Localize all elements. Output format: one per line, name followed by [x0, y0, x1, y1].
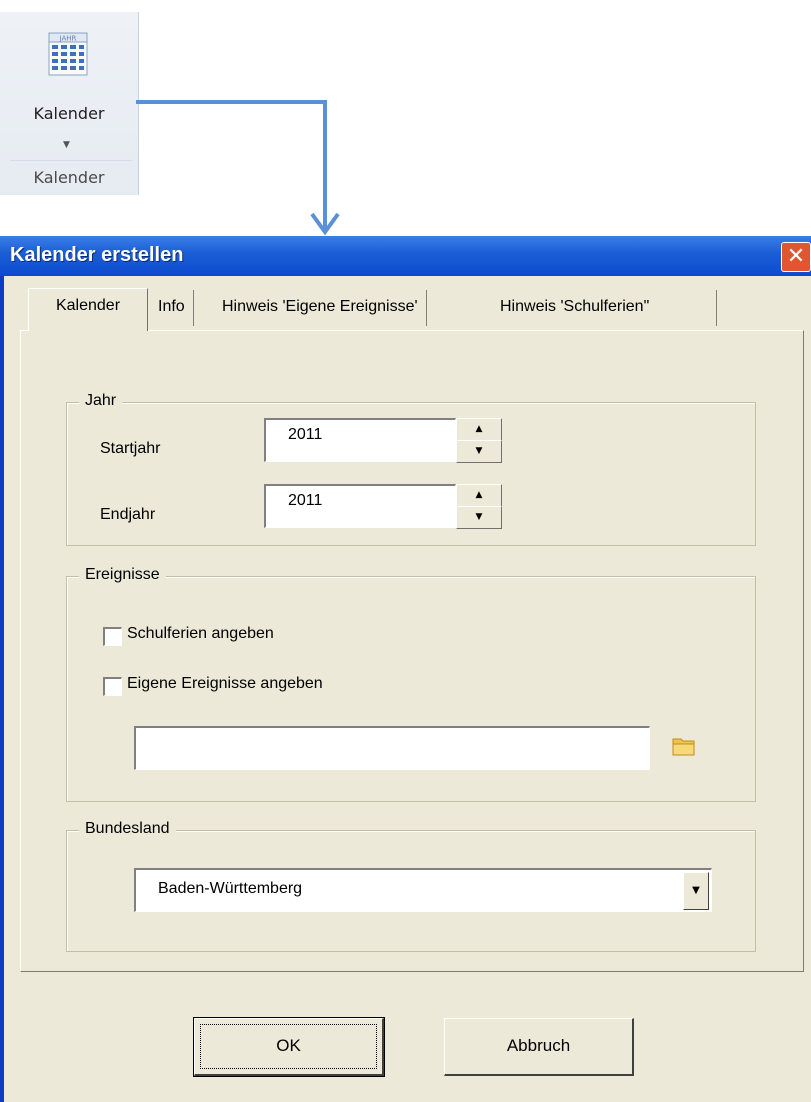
startjahr-label: Startjahr	[100, 440, 161, 457]
schulferien-checkbox[interactable]	[103, 627, 122, 646]
startjahr-input[interactable]: 2011	[264, 418, 456, 462]
calendar-icon: JAHR	[48, 32, 88, 76]
close-icon: ✕	[786, 244, 806, 269]
bundesland-select[interactable]: Baden-Württemberg ▼	[134, 868, 712, 912]
group-jahr-legend: Jahr	[79, 392, 123, 410]
ribbon-separator	[10, 160, 132, 161]
endjahr-input[interactable]: 2011	[264, 484, 456, 528]
group-ereignisse-legend: Ereignisse	[79, 566, 166, 584]
spin-down-icon[interactable]: ▼	[456, 506, 502, 529]
tab-kalender[interactable]: Kalender	[28, 288, 148, 331]
tab-info[interactable]: Info	[150, 290, 194, 326]
tab-hinweis-schulferien[interactable]: Hinweis 'Schulferien"	[492, 290, 657, 326]
cancel-button-label: Abbruch	[506, 1036, 571, 1055]
chevron-down-icon[interactable]: ▼	[683, 872, 709, 910]
eigene-ereignisse-label[interactable]: Eigene Ereignisse angeben	[127, 675, 323, 693]
eigene-ereignisse-checkbox[interactable]	[103, 677, 122, 696]
dialog-client-area: Kalender Info Hinweis 'Eigene Ereignisse…	[4, 276, 811, 1102]
spin-up-icon[interactable]: ▲	[456, 418, 502, 441]
calendar-icon-caption: JAHR	[59, 35, 77, 43]
ribbon-group-kalender: JAHR Kalender ▼ Kalender	[0, 12, 139, 195]
ribbon-group-label: Kalender	[33, 168, 105, 187]
group-bundesland-legend: Bundesland	[79, 820, 176, 838]
bundesland-selected-value: Baden-Württemberg	[158, 880, 303, 897]
close-button[interactable]: ✕	[781, 242, 811, 272]
spin-up-icon[interactable]: ▲	[456, 484, 502, 507]
startjahr-spinner[interactable]: ▲ ▼	[456, 418, 502, 464]
dialog-window: Kalender erstellen ✕ Kalender Info Hinwe…	[0, 236, 811, 1102]
ribbon-kalender-button[interactable]: Kalender	[0, 104, 138, 123]
dialog-title: Kalender erstellen	[10, 244, 184, 266]
cancel-button[interactable]: Abbruch	[444, 1018, 634, 1076]
file-path-input[interactable]	[134, 726, 650, 770]
focus-ring	[200, 1024, 377, 1069]
ok-button[interactable]: OK	[193, 1017, 385, 1077]
tab-divider	[716, 290, 717, 326]
endjahr-label: Endjahr	[100, 506, 156, 523]
dropdown-arrow-icon[interactable]: ▼	[63, 140, 70, 150]
spin-down-icon[interactable]: ▼	[456, 440, 502, 463]
folder-icon[interactable]	[672, 736, 696, 756]
tab-hinweis-eigene-ereignisse[interactable]: Hinweis 'Eigene Ereignisse'	[214, 290, 427, 326]
title-bar[interactable]: Kalender erstellen ✕	[0, 236, 811, 276]
endjahr-spinner[interactable]: ▲ ▼	[456, 484, 502, 530]
schulferien-label[interactable]: Schulferien angeben	[127, 625, 274, 643]
